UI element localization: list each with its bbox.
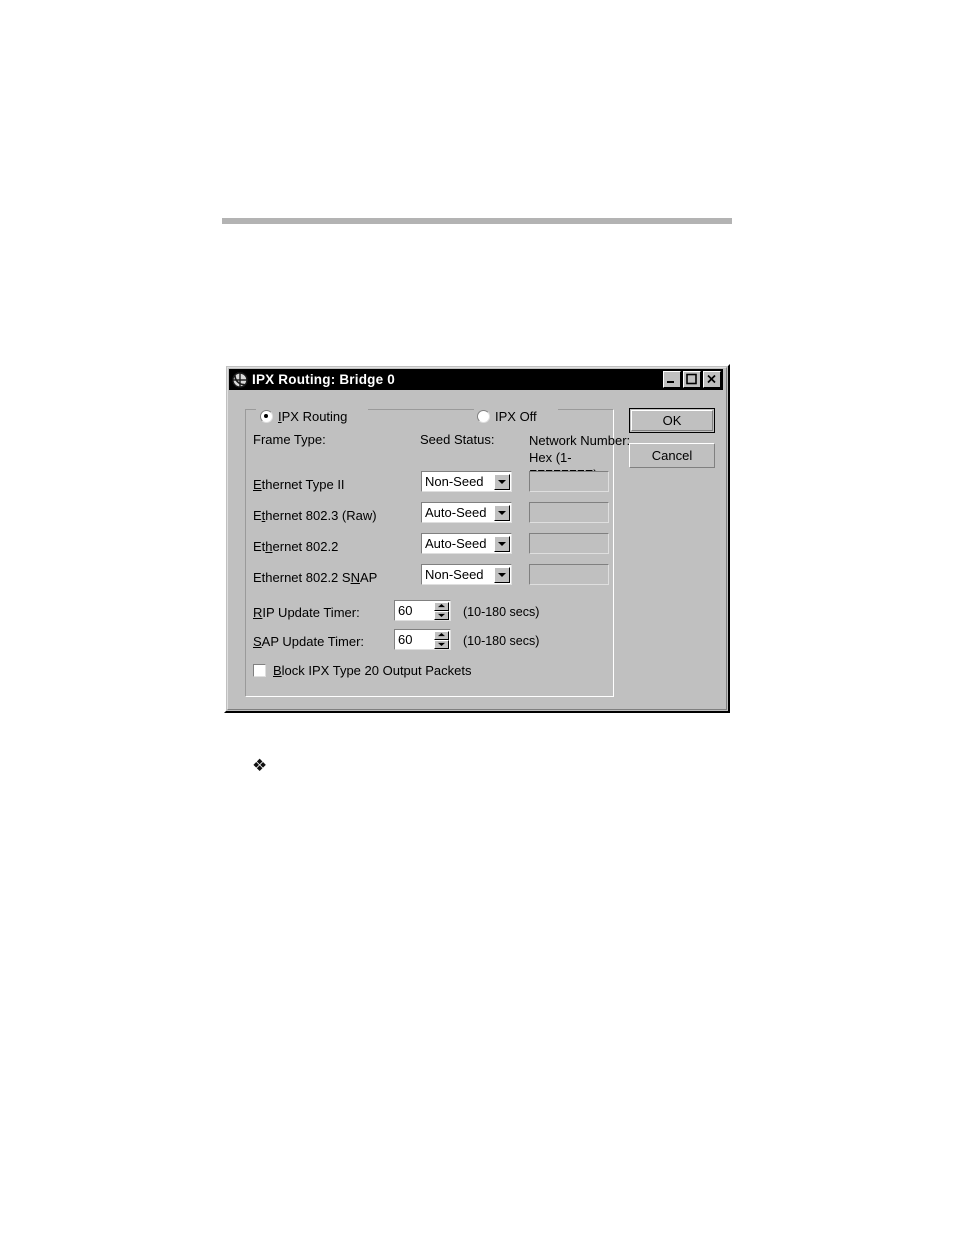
rip-stepper-buttons (434, 601, 449, 620)
network-number-input-ethernet-8022[interactable] (529, 533, 609, 554)
rip-update-timer-hint: (10-180 secs) (463, 605, 540, 619)
header-network-number-line1: Network Number: (529, 433, 631, 448)
frame-row-label: Ethernet 802.2 SNAP (253, 570, 378, 585)
ok-button[interactable]: OK (629, 408, 715, 433)
cancel-button-label: Cancel (651, 448, 693, 463)
globe-network-icon (232, 371, 248, 388)
minimize-button[interactable] (663, 371, 681, 388)
ipx-routing-dialog: IPX Routing: Bridge 0 IPX Routing IPX Of… (224, 364, 730, 713)
seed-status-value: Auto-Seed (425, 505, 487, 520)
radio-ipx-routing[interactable]: IPX Routing (260, 409, 347, 424)
seed-status-dropdown-ethernet-type-ii[interactable]: Non-Seed (421, 471, 512, 492)
sap-update-timer-value[interactable]: 60 (395, 632, 434, 647)
rip-update-timer-label: RIP Update Timer: (253, 605, 360, 620)
radio-ipx-off[interactable]: IPX Off (477, 409, 537, 424)
seed-status-dropdown-ethernet-8022-snap[interactable]: Non-Seed (421, 564, 512, 585)
header-seed-status: Seed Status: (420, 432, 495, 447)
sap-update-timer-hint: (10-180 secs) (463, 634, 540, 648)
sap-update-timer-stepper[interactable]: 60 (394, 629, 451, 650)
chevron-down-icon[interactable] (494, 535, 510, 552)
rip-update-timer-stepper[interactable]: 60 (394, 600, 451, 621)
cancel-button[interactable]: Cancel (629, 443, 715, 468)
dialog-titlebar[interactable]: IPX Routing: Bridge 0 (229, 369, 723, 390)
stepper-up-icon[interactable] (434, 630, 449, 640)
close-button[interactable] (703, 371, 721, 388)
seed-status-value: Auto-Seed (425, 536, 487, 551)
network-number-input-ethernet-type-ii[interactable] (529, 471, 609, 492)
chevron-down-icon[interactable] (494, 566, 510, 583)
stepper-down-icon[interactable] (434, 610, 449, 620)
window-controls (663, 371, 721, 388)
network-number-input-ethernet-8023-raw[interactable] (529, 502, 609, 523)
ok-button-label: OK (662, 413, 682, 428)
sap-stepper-buttons (434, 630, 449, 649)
network-number-input-ethernet-8022-snap[interactable] (529, 564, 609, 585)
floret-bullet-icon: ❖ (252, 756, 268, 776)
maximize-button[interactable] (683, 371, 701, 388)
seed-status-dropdown-ethernet-8023-raw[interactable]: Auto-Seed (421, 502, 512, 523)
radio-ipx-routing-label: IPX Routing (278, 409, 348, 424)
chevron-down-icon[interactable] (494, 473, 510, 490)
radio-ipx-off-indicator[interactable] (477, 410, 490, 423)
block-ipx-type-20-checkbox[interactable] (253, 664, 266, 677)
seed-status-dropdown-ethernet-8022[interactable]: Auto-Seed (421, 533, 512, 554)
rip-update-timer-value[interactable]: 60 (395, 603, 434, 618)
block-ipx-type-20-checkbox-row[interactable]: Block IPX Type 20 Output Packets (253, 663, 471, 678)
frame-row-label: Ethernet 802.2 (253, 539, 339, 554)
ipx-mode-radio-group: IPX Routing IPX Off (253, 409, 625, 425)
chevron-down-icon[interactable] (494, 504, 510, 521)
header-frame-type: Frame Type: (253, 432, 326, 447)
frame-row-label: Ethernet 802.3 (Raw) (253, 508, 377, 523)
column-headers: Frame Type: Seed Status: Network Number:… (253, 432, 633, 482)
stepper-down-icon[interactable] (434, 639, 449, 649)
page-horizontal-rule (222, 218, 732, 224)
sap-update-timer-label: SAP Update Timer: (253, 634, 365, 649)
radio-ipx-routing-indicator[interactable] (260, 410, 273, 423)
frame-row-label: Ethernet Type II (253, 477, 345, 492)
radio-ipx-off-label: IPX Off (495, 409, 537, 424)
seed-status-value: Non-Seed (425, 474, 484, 489)
seed-status-value: Non-Seed (425, 567, 484, 582)
block-ipx-type-20-label: Block IPX Type 20 Output Packets (273, 663, 472, 678)
dialog-title: IPX Routing: Bridge 0 (252, 372, 395, 387)
stepper-up-icon[interactable] (434, 601, 449, 611)
